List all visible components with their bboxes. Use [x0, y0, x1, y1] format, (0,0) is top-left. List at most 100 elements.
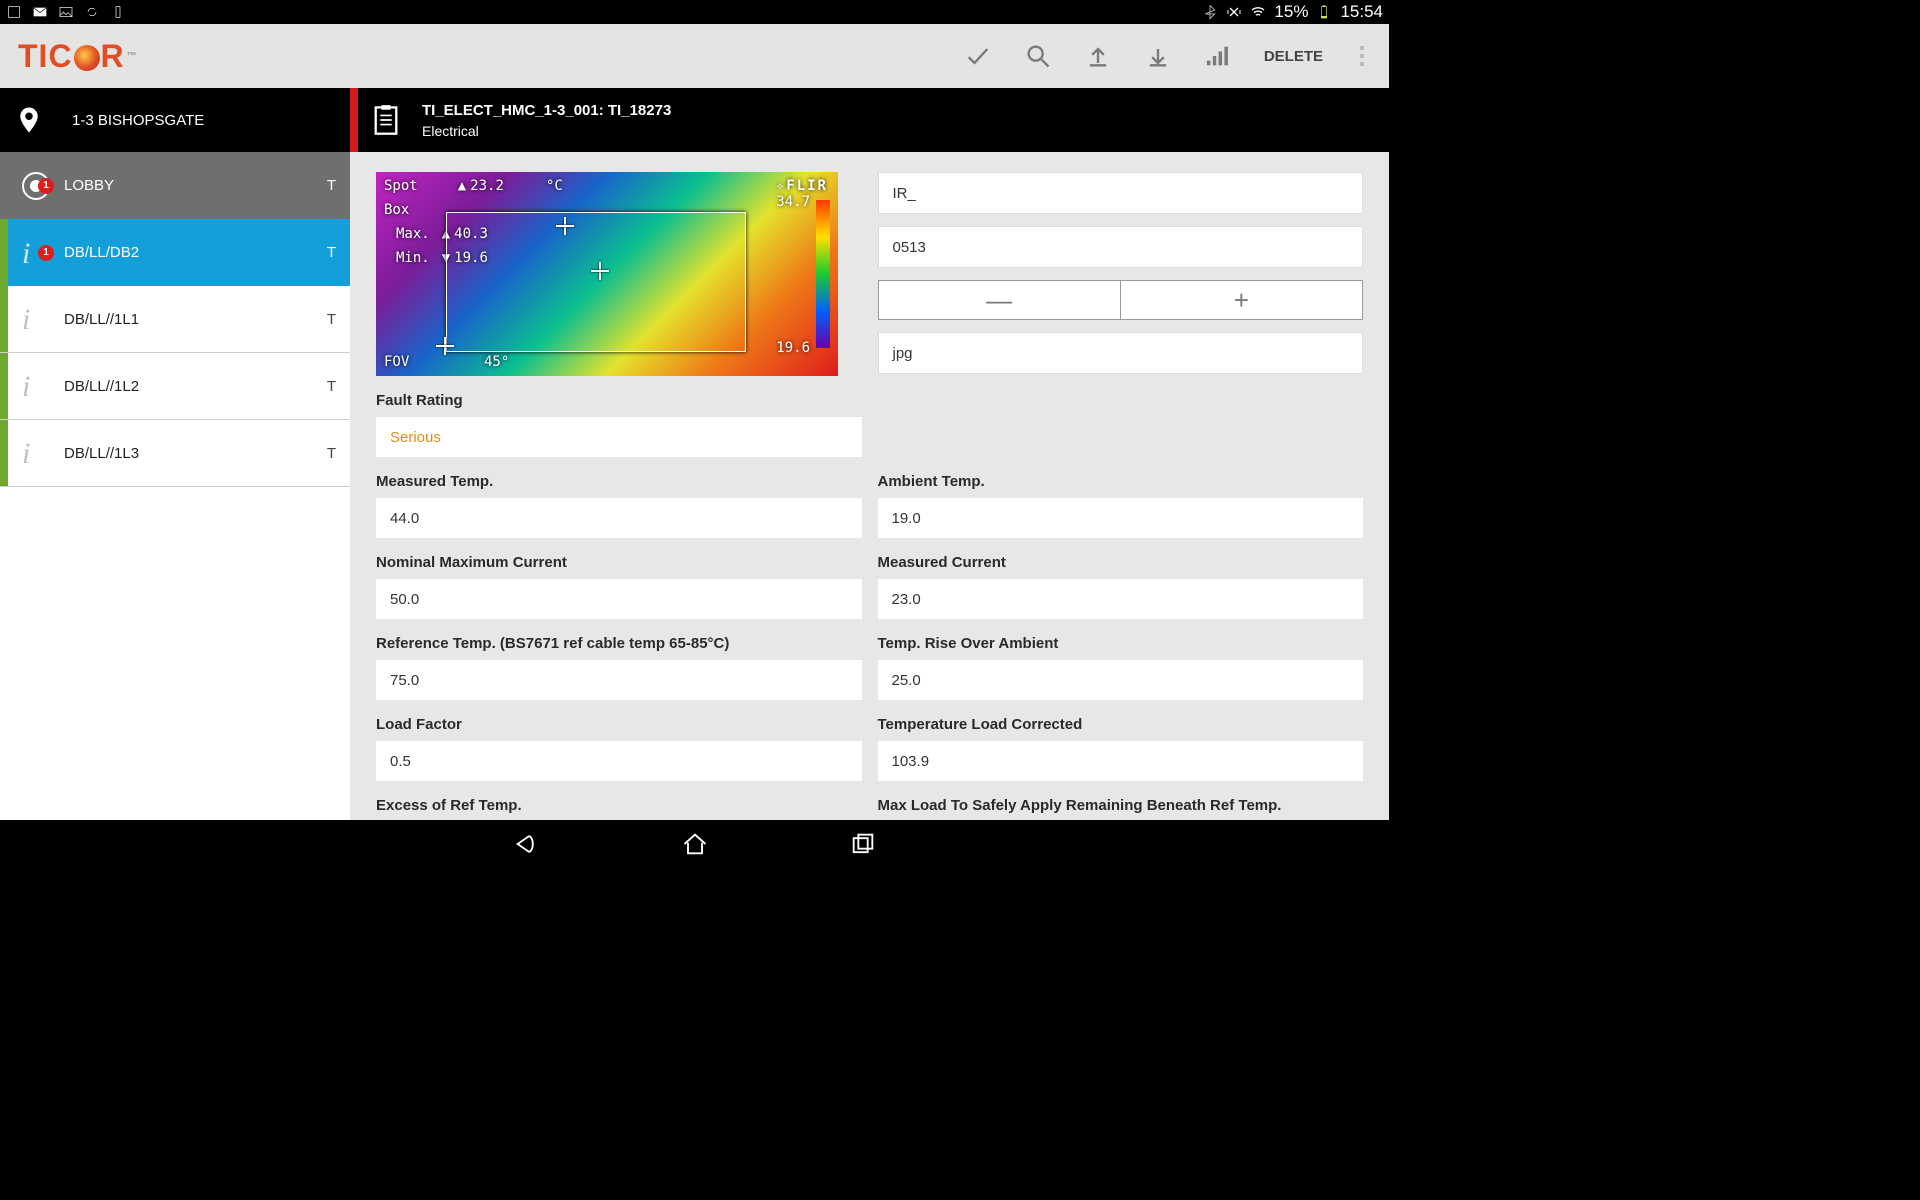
location-pin-icon — [14, 105, 44, 135]
sidebar-item-1l1[interactable]: i DB/LL//1L1 T — [0, 286, 350, 353]
sidebar-item-lobby[interactable]: 1 LOBBY T — [0, 152, 350, 219]
clipboard-icon — [372, 104, 400, 136]
sidebar-item-suffix: T — [327, 177, 336, 194]
sidebar-item-1l2[interactable]: i DB/LL//1L2 T — [0, 353, 350, 420]
temp-load-corrected-value[interactable]: 103.9 — [878, 741, 1364, 781]
wifi-icon — [1250, 4, 1266, 20]
back-button[interactable] — [513, 830, 541, 858]
thermal-min-label: Min. — [396, 250, 430, 266]
notification-badge: 1 — [38, 245, 54, 261]
fault-rating-value[interactable]: Serious — [376, 417, 862, 457]
image-ext-field[interactable]: jpg — [878, 332, 1364, 374]
sidebar-item-1l3[interactable]: i DB/LL//1L3 T — [0, 420, 350, 487]
detail-header: TI_ELECT_HMC_1-3_001: TI_18273 Electrica… — [350, 88, 1389, 152]
android-nav-bar — [0, 820, 1389, 868]
nominal-current-label: Nominal Maximum Current — [376, 554, 862, 571]
thermal-fov-label: FOV — [384, 354, 409, 370]
app-toolbar: TIC R ™ DELETE — [0, 24, 1389, 88]
home-button[interactable] — [681, 830, 709, 858]
increment-button[interactable]: + — [1121, 281, 1362, 319]
thermal-box-label: Box — [384, 202, 409, 218]
thermal-spot-value: 23.2 — [458, 178, 504, 194]
overflow-menu-icon[interactable] — [1355, 46, 1369, 66]
download-icon[interactable] — [1144, 42, 1172, 70]
app-logo: TIC R ™ — [18, 38, 138, 75]
image-prefix-field[interactable]: IR_ — [878, 172, 1364, 214]
measured-current-value[interactable]: 23.0 — [878, 579, 1364, 619]
location-name: 1-3 BISHOPSGATE — [72, 112, 204, 129]
device-icon — [110, 4, 126, 20]
info-icon: i — [22, 439, 50, 467]
logo-text-1: TIC — [18, 38, 73, 75]
delete-button[interactable]: DELETE — [1264, 48, 1323, 65]
thermal-unit: °C — [546, 178, 563, 194]
measured-temp-label: Measured Temp. — [376, 473, 862, 490]
sidebar-item-suffix: T — [327, 311, 336, 328]
logo-text-2: R — [101, 38, 125, 75]
detail-panel: TI_ELECT_HMC_1-3_001: TI_18273 Electrica… — [350, 88, 1389, 820]
location-header[interactable]: 1-3 BISHOPSGATE — [0, 88, 350, 152]
battery-percent: 15% — [1274, 2, 1308, 22]
reference-temp-value[interactable]: 75.0 — [376, 660, 862, 700]
search-icon[interactable] — [1024, 42, 1052, 70]
thermal-fov-value: 45° — [484, 354, 509, 370]
sidebar-item-label: DB/LL//1L3 — [64, 445, 327, 462]
sync-icon — [84, 4, 100, 20]
record-subtitle: Electrical — [422, 123, 671, 139]
temp-load-corrected-label: Temperature Load Corrected — [878, 716, 1364, 733]
fault-rating-label: Fault Rating — [376, 392, 862, 409]
image-number-field[interactable]: 0513 — [878, 226, 1364, 268]
recent-apps-button[interactable] — [849, 830, 877, 858]
notif-icon — [6, 4, 22, 20]
trademark: ™ — [127, 51, 138, 62]
sidebar: 1-3 BISHOPSGATE 1 LOBBY T i 1 DB/LL/DB2 … — [0, 88, 350, 820]
thermal-max-label: Max. — [396, 226, 430, 242]
ambient-temp-label: Ambient Temp. — [878, 473, 1364, 490]
android-status-bar: 15% 15:54 — [0, 0, 1389, 24]
mail-icon — [32, 4, 48, 20]
thermal-roi-box — [446, 212, 746, 352]
sidebar-item-suffix: T — [327, 244, 336, 261]
thermal-image[interactable]: Spot 23.2 Box Max. 40.3 Min. 19.6 °C ✧FL… — [376, 172, 838, 376]
clock: 15:54 — [1340, 2, 1383, 22]
crosshair-icon — [591, 262, 609, 280]
temp-rise-value[interactable]: 25.0 — [878, 660, 1364, 700]
fault-rating-block: Fault Rating Serious — [376, 392, 862, 457]
sidebar-item-label: DB/LL/DB2 — [64, 244, 327, 261]
notification-badge: 1 — [38, 178, 54, 194]
thermal-scale-top: 34.7 — [776, 194, 810, 210]
measured-current-label: Measured Current — [878, 554, 1364, 571]
decrement-button[interactable]: — — [879, 281, 1121, 319]
crosshair-icon — [436, 337, 454, 355]
ambient-temp-value[interactable]: 19.0 — [878, 498, 1364, 538]
thermal-scale — [816, 200, 830, 348]
sidebar-item-label: DB/LL//1L1 — [64, 311, 327, 328]
signal-icon[interactable] — [1204, 42, 1232, 70]
confirm-icon[interactable] — [964, 42, 992, 70]
thermal-spot-label: Spot — [384, 178, 418, 194]
thermal-brand: ✧FLIR — [776, 178, 828, 194]
load-factor-label: Load Factor — [376, 716, 862, 733]
sidebar-item-label: DB/LL//1L2 — [64, 378, 327, 395]
record-title: TI_ELECT_HMC_1-3_001: TI_18273 — [422, 102, 671, 119]
sidebar-item-label: LOBBY — [64, 177, 327, 194]
thermal-scale-bot: 19.6 — [776, 340, 810, 356]
sidebar-item-suffix: T — [327, 445, 336, 462]
nominal-current-value[interactable]: 50.0 — [376, 579, 862, 619]
temp-rise-label: Temp. Rise Over Ambient — [878, 635, 1364, 652]
info-icon: i — [22, 305, 50, 333]
battery-icon — [1316, 4, 1332, 20]
logo-bullseye-icon — [74, 45, 100, 71]
crosshair-icon — [556, 217, 574, 235]
sidebar-item-suffix: T — [327, 378, 336, 395]
image-icon — [58, 4, 74, 20]
max-load-label: Max Load To Safely Apply Remaining Benea… — [878, 797, 1364, 814]
measured-temp-value[interactable]: 44.0 — [376, 498, 862, 538]
sidebar-item-db2[interactable]: i 1 DB/LL/DB2 T — [0, 219, 350, 286]
reference-temp-label: Reference Temp. (BS7671 ref cable temp 6… — [376, 635, 862, 652]
info-icon: i — [22, 372, 50, 400]
excess-ref-temp-label: Excess of Ref Temp. — [376, 797, 862, 814]
bluetooth-icon — [1202, 4, 1218, 20]
load-factor-value[interactable]: 0.5 — [376, 741, 862, 781]
upload-icon[interactable] — [1084, 42, 1112, 70]
